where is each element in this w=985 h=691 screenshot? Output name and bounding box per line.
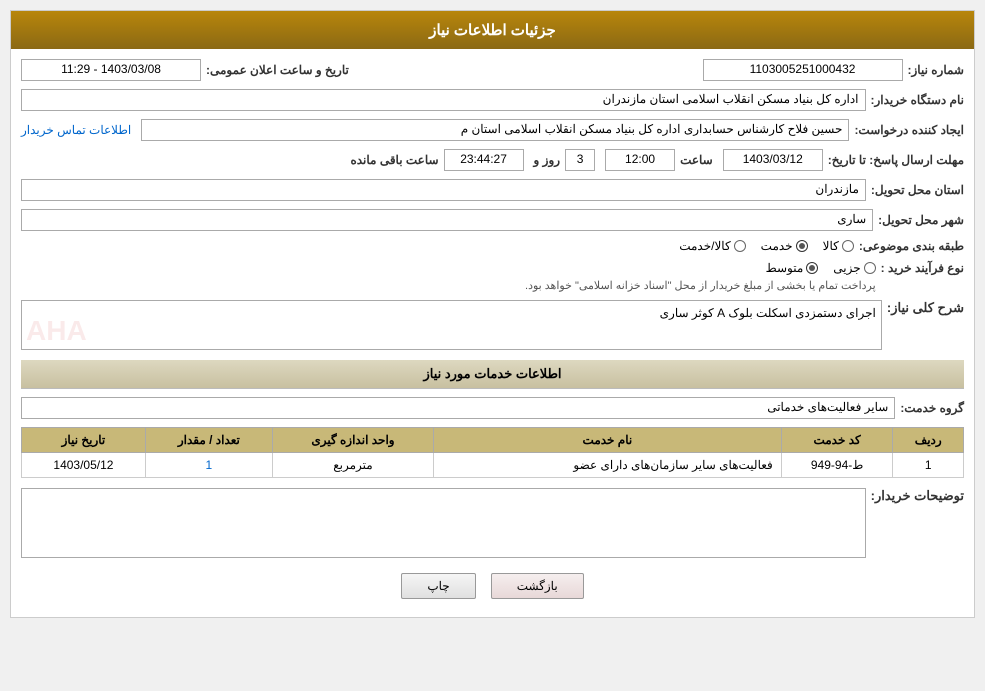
cell-radif: 1 [893,453,964,478]
col-radif: ردیف [893,428,964,453]
table-row: 1 ط-94-949 فعالیت‌های سایر سازمان‌های دا… [22,453,964,478]
radio-kala-khedmat-circle[interactable] [734,240,746,252]
ostan-label: استان محل تحویل: [871,183,964,197]
noe-farayand-label: نوع فرآیند خرید : [881,261,964,275]
farayand-note: پرداخت تمام یا بخشی از مبلغ خریدار از مح… [21,279,876,292]
radio-mottavasset-circle[interactable] [806,262,818,274]
page-title: جزئیات اطلاعات نیاز [429,22,556,39]
cell-code: ط-94-949 [781,453,893,478]
cell-count: 1 [145,453,272,478]
ijad-konande-value: حسین فلاح کارشناس حسابداری اداره کل بنیا… [141,119,849,141]
baqi-mande-label: ساعت باقی مانده [350,153,438,167]
radio-mottavasset[interactable]: متوسط [766,261,819,275]
page-header: جزئیات اطلاعات نیاز [11,11,974,49]
services-table: ردیف کد خدمت نام خدمت واحد اندازه گیری ت… [21,427,964,478]
shahr-value: ساری [21,209,873,231]
action-buttons: بازگشت چاپ [21,573,964,599]
radio-kala-label: کالا [823,239,839,253]
radio-jezee-circle[interactable] [864,262,876,274]
mohlat-label: مهلت ارسال پاسخ: تا تاریخ: [828,153,964,167]
rooz-label: روز و [534,153,561,167]
radio-khedmat-circle[interactable] [796,240,808,252]
radio-khedmat-label: خدمت [761,239,793,253]
mohlat-date-value: 1403/03/12 [723,149,823,171]
col-date: تاریخ نیاز [22,428,146,453]
saat-value: 12:00 [605,149,675,171]
nam-dastgah-value: اداره کل بنیاد مسکن انقلاب اسلامی استان … [21,89,866,111]
radio-jezee[interactable]: جزیی [833,261,875,275]
saat-label: ساعت [680,153,713,167]
nam-dastgah-label: نام دستگاه خریدار: [871,93,965,107]
shahr-label: شهر محل تحویل: [878,213,964,227]
tabaqe-label: طبقه بندی موضوعی: [859,239,964,253]
radio-kala-khedmat[interactable]: کالا/خدمت [679,239,745,253]
col-code: کد خدمت [781,428,893,453]
ijad-konande-label: ایجاد کننده درخواست: [854,123,964,137]
tozihat-label: توضیحات خریدار: [871,488,964,504]
radio-kala[interactable]: کالا [823,239,854,253]
col-count: تعداد / مقدار [145,428,272,453]
ostan-value: مازندران [21,179,866,201]
shomara-niaz-value: 1103005251000432 [703,59,903,81]
sharh-value: اجرای دستمزدی اسکلت بلوک A کوثر ساری [660,306,876,320]
goroh-khedmat-label: گروه خدمت: [900,401,964,415]
rooz-value: 3 [565,149,595,171]
col-unit: واحد اندازه گیری [272,428,433,453]
radio-kala-khedmat-label: کالا/خدمت [679,239,730,253]
cell-date: 1403/05/12 [22,453,146,478]
sharh-label: شرح کلی نیاز: [887,300,964,316]
cell-name: فعالیت‌های سایر سازمان‌های دارای عضو [434,453,782,478]
col-name: نام خدمت [434,428,782,453]
goroh-khedmat-value: سایر فعالیت‌های خدماتی [21,397,895,419]
tabaqe-radio-group: کالا خدمت کالا/خدمت [679,239,854,253]
baqi-mande-value: 23:44:27 [444,149,524,171]
radio-kala-circle[interactable] [842,240,854,252]
radio-jezee-label: جزیی [833,261,860,275]
shomara-niaz-label: شماره نیاز: [908,63,964,77]
tozihat-textarea[interactable] [21,488,866,558]
radio-mottavasset-label: متوسط [766,261,804,275]
tarikhe-elan-label: تاریخ و ساعت اعلان عمومی: [206,63,349,77]
tarikhe-elan-value: 1403/03/08 - 11:29 [21,59,201,81]
khadamat-section-title: اطلاعات خدمات مورد نیاز [21,360,964,389]
radio-khedmat[interactable]: خدمت [761,239,808,253]
farayand-radio-group: جزیی متوسط [21,261,876,275]
back-button[interactable]: بازگشت [491,573,584,599]
tammas-link[interactable]: اطلاعات تماس خریدار [21,123,131,137]
print-button[interactable]: چاپ [401,573,475,599]
cell-unit: مترمربع [272,453,433,478]
